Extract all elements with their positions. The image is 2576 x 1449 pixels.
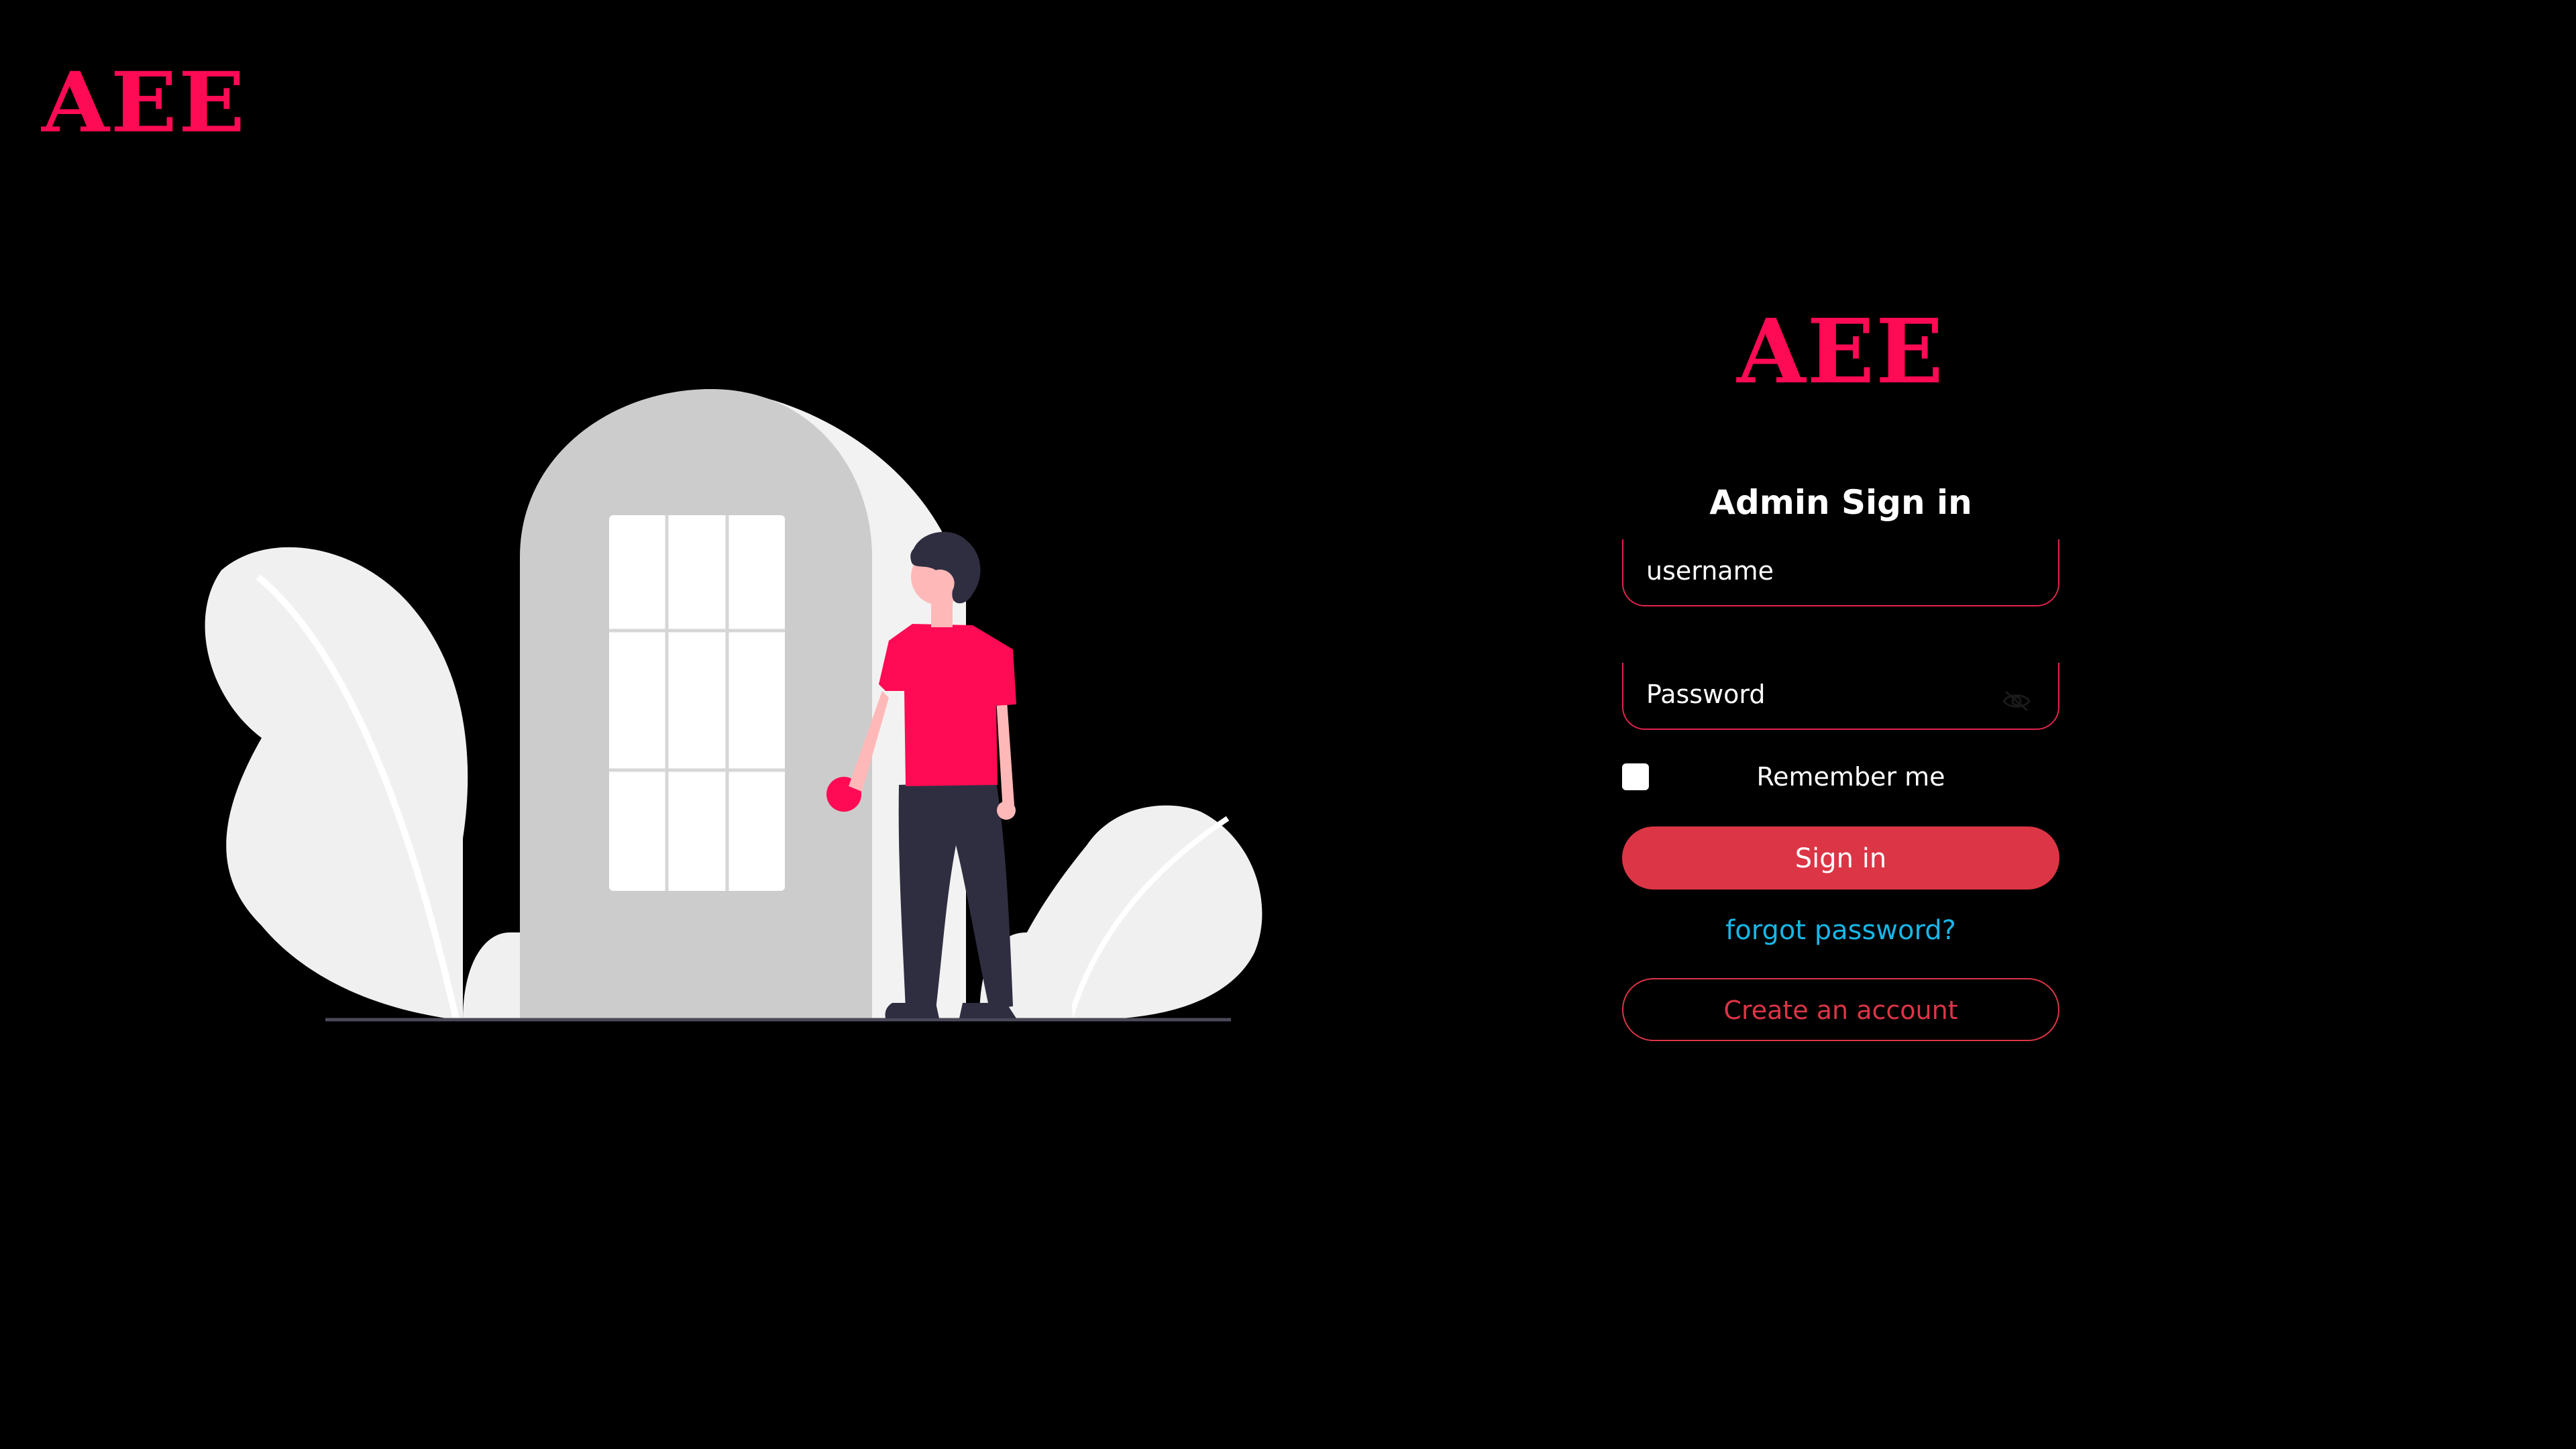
person-arm-right <box>996 691 1014 812</box>
create-account-button[interactable]: Create an account <box>1622 978 2059 1041</box>
login-panel: AEE Admin Sign in Remember me Sign in fo… <box>1622 295 2059 1041</box>
person-at-door-illustration <box>205 389 1263 1022</box>
login-page: AEE AEE Admin Sign in username Remember … <box>0 0 2576 1449</box>
remember-me-label[interactable]: Remember me <box>1622 761 2059 793</box>
username-field-wrapper <box>1622 539 2059 606</box>
password-input[interactable] <box>1645 672 1996 716</box>
person-shoe-left <box>885 1003 939 1018</box>
door-window-shape <box>609 515 785 891</box>
forgot-password-link[interactable]: forgot password? <box>1622 914 2059 947</box>
sign-in-button[interactable]: Sign in <box>1622 826 2059 890</box>
password-field-wrapper <box>1622 663 2059 730</box>
header-logo[interactable]: AEE <box>42 54 246 151</box>
left-leaf-shape <box>205 547 468 1020</box>
username-input[interactable] <box>1645 549 1996 593</box>
login-logo: AEE <box>1737 300 1945 404</box>
remember-me-row: Remember me <box>1622 757 2059 797</box>
login-title: Admin Sign in <box>1709 483 1972 522</box>
eye-slash-icon[interactable] <box>2002 690 2031 712</box>
